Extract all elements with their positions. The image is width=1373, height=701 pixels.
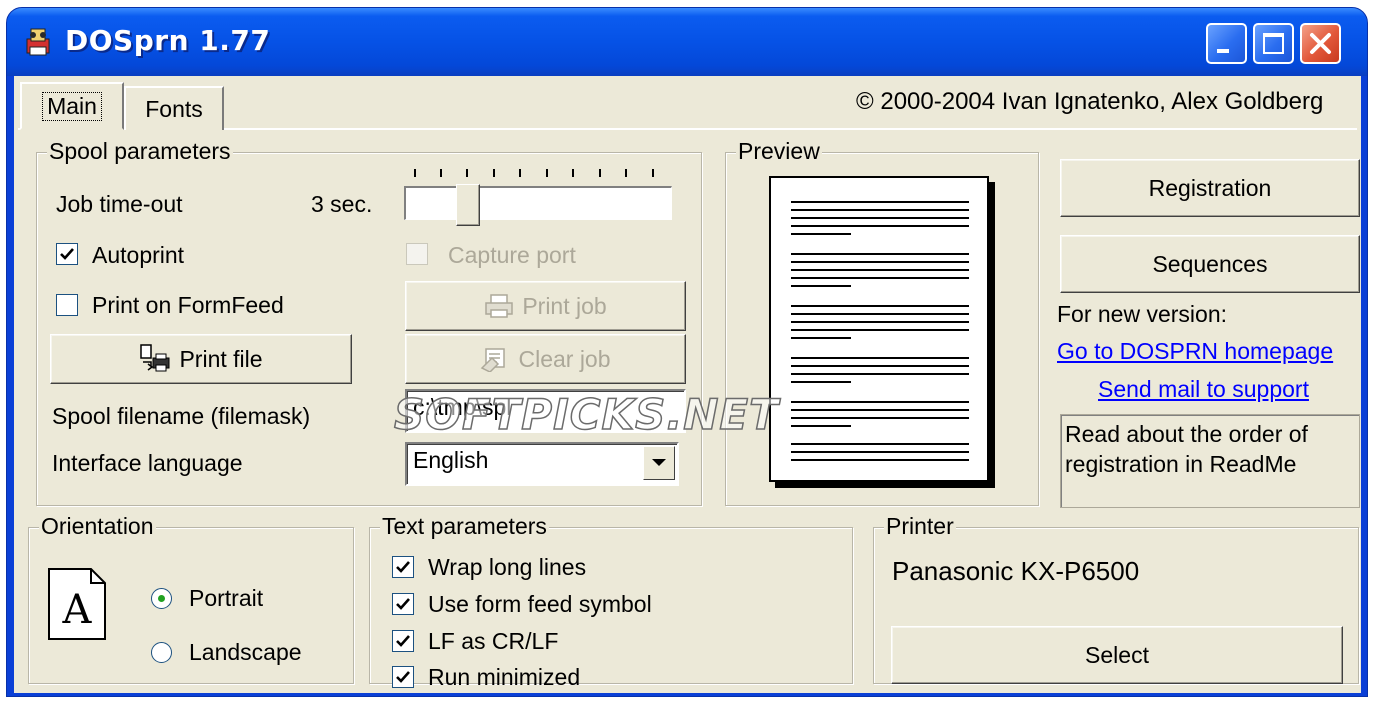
chevron-down-icon (652, 459, 666, 466)
wrap-long-lines-label[interactable]: Wrap long lines (428, 554, 586, 581)
tab-fonts[interactable]: Fonts (124, 86, 224, 130)
print-on-formfeed-checkbox[interactable] (56, 294, 78, 316)
slider-tick (572, 169, 574, 177)
new-version-label: For new version: (1057, 301, 1228, 327)
app-window: DOSprn 1.77 Main Fonts © 2000-2004 Ivan … (6, 7, 1368, 697)
slider-tick (652, 169, 654, 177)
checkmark-icon (60, 248, 74, 260)
run-minimized-label[interactable]: Run minimized (428, 664, 580, 691)
printer-group-title: Printer (884, 513, 956, 540)
landscape-label[interactable]: Landscape (189, 639, 302, 666)
printer-icon (485, 294, 514, 318)
registration-button[interactable]: Registration (1060, 159, 1360, 217)
printer-app-icon (26, 28, 50, 56)
window-title: DOSprn 1.77 (65, 24, 271, 57)
registration-info-text: Read about the order of registration in … (1060, 414, 1360, 508)
print-file-icon (140, 344, 170, 372)
page-preview (769, 176, 989, 482)
capture-port-label[interactable]: Capture port (448, 242, 576, 269)
homepage-link[interactable]: Go to DOSPRN homepage (1057, 338, 1333, 365)
interface-language-label: Interface language (52, 450, 243, 476)
form-feed-symbol-checkbox[interactable] (392, 593, 414, 615)
slider-tick (493, 169, 495, 177)
tab-main[interactable]: Main (20, 82, 124, 130)
slider-tick (440, 169, 442, 177)
spool-filename-input[interactable]: c:\tmp\spl (405, 389, 686, 433)
capture-port-checkbox[interactable] (406, 243, 428, 265)
portrait-radio[interactable] (151, 588, 172, 609)
radio-selected-dot (158, 595, 165, 602)
preview-group-title: Preview (736, 138, 822, 165)
text-parameters-group-title: Text parameters (380, 513, 549, 540)
minimize-button[interactable] (1206, 23, 1247, 64)
print-job-button[interactable]: Print job (405, 281, 686, 331)
sequences-label: Sequences (1152, 250, 1268, 277)
printer-name: Panasonic KX-P6500 (892, 556, 1140, 586)
slider-tick (519, 169, 521, 177)
registration-label: Registration (1148, 174, 1272, 201)
title-bar[interactable]: DOSprn 1.77 (7, 8, 1367, 76)
print-job-label: Print job (522, 292, 607, 319)
portrait-page-icon: A (48, 568, 106, 640)
portrait-label[interactable]: Portrait (189, 585, 263, 612)
job-timeout-value: 3 sec. (311, 191, 373, 217)
slider-tick (466, 169, 468, 177)
checkmark-icon (396, 598, 410, 610)
landscape-radio[interactable] (151, 642, 172, 663)
close-button[interactable] (1300, 23, 1341, 64)
portrait-icon-letter: A (62, 587, 93, 633)
tab-fonts-label: Fonts (145, 96, 203, 122)
checkmark-icon (396, 561, 410, 573)
slider-tick (546, 169, 548, 177)
interface-language-select[interactable]: English (405, 442, 679, 486)
maximize-button[interactable] (1253, 23, 1294, 64)
copyright-text: © 2000-2004 Ivan Ignatenko, Alex Goldber… (856, 88, 1324, 115)
support-mail-link[interactable]: Send mail to support (1098, 376, 1309, 403)
wrap-long-lines-checkbox[interactable] (392, 556, 414, 578)
print-on-formfeed-label[interactable]: Print on FormFeed (92, 292, 284, 319)
slider-tick (599, 169, 601, 177)
lf-as-crlf-checkbox[interactable] (392, 630, 414, 652)
print-file-label: Print file (179, 345, 263, 372)
print-file-button[interactable]: Print file (50, 334, 352, 384)
lf-as-crlf-label[interactable]: LF as CR/LF (428, 628, 558, 655)
job-timeout-slider-thumb[interactable] (456, 184, 480, 226)
eraser-icon (481, 348, 506, 372)
slider-tick (625, 169, 627, 177)
run-minimized-checkbox[interactable] (392, 666, 414, 688)
job-timeout-label: Job time-out (56, 191, 183, 217)
spool-group-title: Spool parameters (47, 138, 233, 165)
autoprint-checkbox[interactable] (56, 243, 78, 265)
orientation-group-title: Orientation (39, 513, 156, 540)
select-printer-button[interactable]: Select (891, 626, 1343, 684)
checkmark-icon (396, 671, 410, 683)
minimize-icon (1217, 49, 1229, 53)
text-lines-icon (791, 201, 969, 461)
form-feed-symbol-label[interactable]: Use form feed symbol (428, 591, 652, 618)
sequences-button[interactable]: Sequences (1060, 235, 1360, 293)
slider-tick (414, 169, 416, 177)
checkmark-icon (396, 635, 410, 647)
clear-job-label: Clear job (518, 345, 611, 372)
select-printer-label: Select (1085, 641, 1149, 668)
autoprint-label[interactable]: Autoprint (92, 242, 184, 269)
clear-job-button[interactable]: Clear job (405, 334, 686, 384)
job-timeout-slider[interactable] (404, 186, 672, 220)
language-dropdown-button[interactable] (643, 446, 675, 480)
main-panel: Main Fonts © 2000-2004 Ivan Ignatenko, A… (14, 76, 1361, 693)
maximize-icon (1263, 33, 1284, 54)
tab-main-label: Main (42, 92, 102, 121)
close-icon (1310, 33, 1331, 54)
spool-filename-label: Spool filename (filemask) (52, 403, 311, 429)
